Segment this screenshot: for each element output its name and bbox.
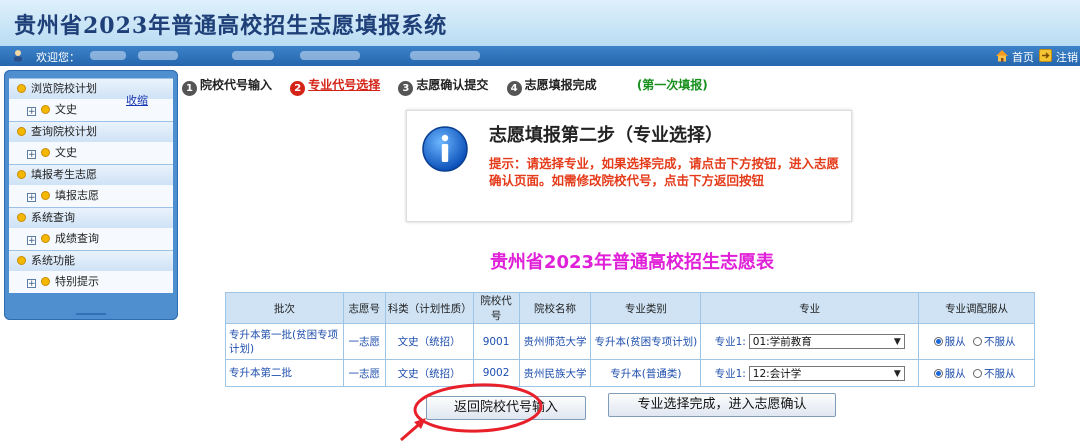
step-notice-box: 志愿填报第二步（专业选择） 提示：请选择专业，如果选择完成，请点击下方按钮，进入…: [406, 110, 852, 222]
bullet-icon: [41, 191, 50, 200]
cell-batch: 专升本第一批(贫困专项计划): [225, 323, 344, 360]
bullet-icon: [17, 213, 26, 222]
redacted-text: [90, 51, 126, 60]
bullet-icon: [17, 127, 26, 136]
home-link[interactable]: 首页: [1012, 49, 1034, 65]
bullet-icon: [41, 234, 50, 243]
user-bar: 欢迎您： 首页 注销: [0, 46, 1080, 66]
sidebar-group-system-query[interactable]: 系统查询: [9, 207, 173, 228]
bullet-icon: [17, 170, 26, 179]
step-number-icon: 4: [506, 81, 522, 96]
step-4: 4 志愿填报完成: [506, 76, 597, 96]
confirm-majors-button[interactable]: 专业选择完成，进入志愿确认: [608, 393, 836, 417]
col-header-order: 志愿号: [342, 292, 386, 324]
table-row: 专升本第一批(贫困专项计划) 一志愿 文史（统招） 9001 贵州师范大学 专升…: [225, 323, 1035, 360]
page-title: 贵州省2023年普通高校招生志愿填报系统: [14, 13, 448, 39]
bullet-icon: [41, 277, 50, 286]
not-obey-radio[interactable]: [972, 337, 982, 346]
sidebar-group-query-plans[interactable]: 查询院校计划: [9, 121, 173, 142]
cell-obey: 服从 不服从: [918, 323, 1035, 360]
notice-title: 志愿填报第二步（专业选择）: [489, 125, 723, 146]
cell-order: 一志愿: [342, 323, 386, 360]
step-1: 1 院校代号输入: [182, 76, 272, 96]
major-label: 专业1:: [714, 367, 746, 380]
cell-major: 专业1: 01:学前教育 ▼: [700, 323, 920, 360]
expand-icon[interactable]: +: [27, 193, 36, 203]
sidebar-footer-grip: [76, 313, 106, 315]
home-icon[interactable]: [995, 49, 1009, 62]
not-obey-radio[interactable]: [972, 368, 982, 378]
table-heading: 贵州省2023年普通高校招生志愿表: [489, 252, 775, 273]
sidebar-group-browse-plans[interactable]: 浏览院校计划: [9, 78, 173, 99]
expand-icon[interactable]: +: [27, 236, 36, 246]
step-number-icon: 2: [290, 81, 306, 96]
cell-category: 文史（统招）: [384, 359, 474, 387]
arrow-line: [400, 418, 425, 442]
logout-icon[interactable]: [1039, 49, 1052, 62]
obey-radio[interactable]: [933, 368, 943, 378]
sidebar-item-special-notice[interactable]: + 特别提示: [9, 271, 173, 293]
col-header-code: 院校代号: [472, 292, 520, 324]
cell-code: 9002: [472, 359, 520, 387]
table-header-row: 批次 志愿号 科类（计划性质） 院校代号 院校名称 专业类别 专业 专业调配服从: [225, 292, 1035, 324]
collapse-link[interactable]: 收缩: [126, 92, 148, 108]
step-number-icon: 1: [182, 81, 197, 96]
sidebar-menu: 浏览院校计划 + 文史 查询院校计划 + 文史 填报考生志愿 + 填报志愿 系统查询 …: [4, 70, 178, 320]
expand-icon[interactable]: +: [27, 107, 36, 117]
welcome-label: 欢迎您：: [36, 51, 80, 64]
step-number-icon: 3: [398, 81, 414, 96]
step-progress: 1 院校代号输入 2 专业代号选择 3 志愿确认提交 4 志愿填报完成 (第一次填报): [182, 76, 708, 96]
notice-text: 提示：请选择专业，如果选择完成，请点击下方按钮，进入志愿确认页面。如需修改院校代…: [489, 156, 840, 188]
app-header: 贵州省2023年普通高校招生志愿填报系统: [0, 0, 1080, 47]
sidebar-item-score-query[interactable]: + 成绩查询: [9, 228, 173, 250]
choices-table: 批次 志愿号 科类（计划性质） 院校代号 院校名称 专业类别 专业 专业调配服从…: [225, 292, 1035, 387]
major-select[interactable]: 01:学前教育 ▼: [748, 334, 905, 349]
back-to-school-code-button[interactable]: 返回院校代号输入: [426, 396, 586, 420]
user-icon: [14, 50, 22, 62]
step-2-active: 2 专业代号选择: [290, 76, 380, 96]
col-header-major: 专业: [700, 292, 920, 324]
arrow-head: [414, 418, 426, 429]
col-header-school: 院校名称: [518, 292, 592, 324]
cell-obey: 服从 不服从: [918, 359, 1035, 387]
sidebar-group-fill-choices[interactable]: 填报考生志愿: [9, 164, 173, 185]
sidebar-item-browse-wenshi[interactable]: + 文史: [9, 99, 173, 121]
step-3: 3 志愿确认提交: [398, 76, 488, 96]
bullet-icon: [17, 84, 26, 93]
expand-icon[interactable]: +: [27, 150, 36, 160]
redacted-text: [410, 51, 480, 60]
cell-school: 贵州民族大学: [518, 359, 592, 387]
expand-icon[interactable]: +: [27, 279, 36, 289]
info-icon: [422, 126, 468, 172]
col-header-category: 科类（计划性质）: [384, 292, 474, 324]
obey-radio[interactable]: [933, 337, 943, 346]
table-row: 专升本第二批 一志愿 文史（统招） 9002 贵州民族大学 专升本(普通类) 专…: [225, 359, 1035, 387]
redacted-text: [138, 51, 178, 60]
col-header-type: 专业类别: [590, 292, 702, 324]
major-label: 专业1:: [714, 336, 746, 348]
cell-school: 贵州师范大学: [518, 323, 592, 360]
sidebar-item-fill-choices[interactable]: + 填报志愿: [9, 185, 173, 207]
cell-order: 一志愿: [342, 359, 386, 387]
chevron-down-icon: ▼: [893, 368, 901, 379]
sidebar-item-query-wenshi[interactable]: + 文史: [9, 142, 173, 164]
cell-type: 专升本(贫困专项计划): [590, 323, 702, 360]
col-header-batch: 批次: [225, 292, 344, 324]
major-select[interactable]: 12:会计学 ▼: [748, 365, 905, 381]
cell-type: 专升本(普通类): [590, 359, 702, 387]
logout-link[interactable]: 注销: [1056, 49, 1078, 65]
col-header-obey: 专业调配服从: [918, 292, 1035, 324]
chevron-down-icon: ▼: [893, 337, 901, 347]
cell-batch: 专升本第二批: [225, 359, 344, 387]
cell-major: 专业1: 12:会计学 ▼: [700, 359, 920, 387]
redacted-text: [232, 51, 274, 60]
cell-code: 9001: [472, 323, 520, 360]
redacted-text: [300, 51, 360, 60]
cell-category: 文史（统招）: [384, 323, 474, 360]
bullet-icon: [41, 105, 50, 114]
bullet-icon: [41, 148, 50, 157]
round-note: (第一次填报): [636, 78, 708, 92]
